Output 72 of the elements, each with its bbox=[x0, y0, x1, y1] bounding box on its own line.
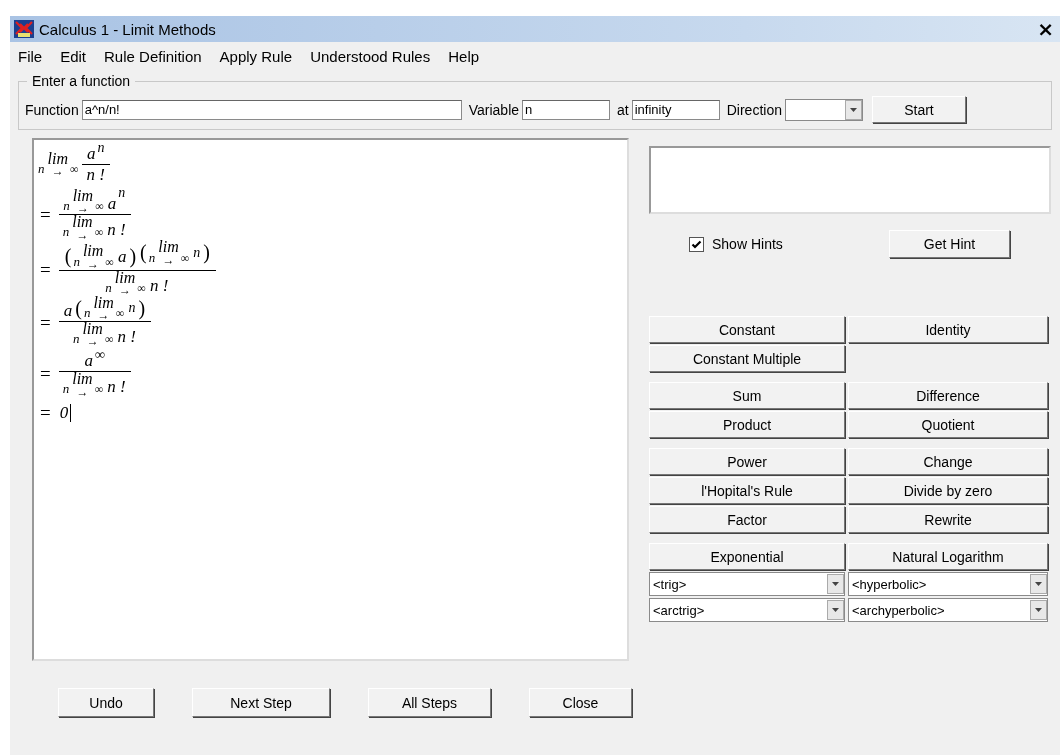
math-text: n ! bbox=[116, 327, 137, 348]
rule-button[interactable]: Difference bbox=[848, 382, 1048, 409]
rule-button[interactable]: l'Hopital's Rule bbox=[649, 477, 845, 504]
function-dropdown[interactable]: <arctrig> bbox=[649, 598, 845, 622]
get-hint-button[interactable]: Get Hint bbox=[889, 230, 1010, 258]
app-icon bbox=[14, 20, 34, 38]
action-button[interactable]: All Steps bbox=[368, 688, 491, 717]
rule-button[interactable]: Quotient bbox=[848, 411, 1048, 438]
field-label: Variable bbox=[468, 101, 520, 118]
close-button[interactable]: × bbox=[1035, 19, 1056, 39]
rule-button[interactable]: Divide by zero bbox=[848, 477, 1048, 504]
action-button[interactable]: Next Step bbox=[192, 688, 330, 717]
math-text: 0 bbox=[58, 403, 70, 424]
rule-button[interactable]: Constant Multiple bbox=[649, 345, 845, 372]
rule-button[interactable]: Sum bbox=[649, 382, 845, 409]
rule-button[interactable]: Natural Logarithm bbox=[848, 543, 1048, 570]
group-title: Enter a function bbox=[27, 73, 136, 89]
show-hints-checkbox[interactable] bbox=[689, 236, 704, 252]
equals-sign: = bbox=[40, 203, 51, 226]
rule-button[interactable]: Factor bbox=[649, 506, 845, 533]
variable-field[interactable]: n bbox=[522, 99, 611, 120]
math-text: n bbox=[117, 185, 127, 201]
rule-button[interactable]: Power bbox=[649, 448, 845, 475]
math-text: a bbox=[106, 194, 118, 215]
rule-button[interactable]: Rewrite bbox=[848, 506, 1048, 533]
math-text: n bbox=[192, 244, 202, 261]
rule-button[interactable]: Exponential bbox=[649, 543, 845, 570]
action-button[interactable]: Undo bbox=[58, 688, 154, 717]
parenthesis: ) bbox=[137, 296, 147, 320]
math-text: n ! bbox=[106, 377, 127, 398]
menu-item[interactable]: Rule Definition bbox=[104, 48, 202, 65]
rule-button[interactable]: Constant bbox=[649, 316, 845, 343]
menu-item[interactable]: Understood Rules bbox=[310, 48, 431, 65]
math-text: n ! bbox=[148, 275, 170, 296]
function-dropdown[interactable]: <hyperbolic> bbox=[848, 572, 1048, 596]
math-text: n ! bbox=[85, 165, 106, 185]
parenthesis: ) bbox=[128, 245, 138, 269]
rule-button[interactable]: Product bbox=[649, 411, 845, 438]
math-text: a bbox=[116, 246, 128, 267]
function-dropdown[interactable]: <archyperbolic> bbox=[848, 598, 1048, 622]
start-button[interactable]: Start bbox=[871, 96, 966, 123]
math-text: ∞ bbox=[93, 347, 106, 364]
math-text: a bbox=[85, 144, 97, 164]
parenthesis: ) bbox=[202, 241, 211, 265]
math-text: n ! bbox=[106, 220, 127, 241]
parenthesis: ( bbox=[139, 241, 148, 265]
math-text: n bbox=[127, 300, 137, 317]
checkbox-label: Show Hints bbox=[712, 236, 783, 252]
menu-item[interactable]: Apply Rule bbox=[219, 48, 293, 65]
equals-sign: = bbox=[40, 259, 51, 282]
field-label: Function bbox=[25, 101, 79, 118]
limit-point-field[interactable]: infinity bbox=[631, 99, 720, 120]
function-field[interactable]: a^n/n! bbox=[81, 99, 462, 120]
math-text: a bbox=[83, 351, 94, 372]
parenthesis: ( bbox=[63, 245, 73, 269]
math-text: n bbox=[96, 140, 106, 156]
menu-item[interactable]: Help bbox=[448, 48, 480, 65]
rule-button[interactable]: Identity bbox=[848, 316, 1048, 343]
rule-button[interactable]: Change bbox=[848, 448, 1048, 475]
equals-sign: = bbox=[40, 363, 51, 386]
equals-sign: = bbox=[40, 402, 51, 425]
parenthesis: ( bbox=[74, 296, 83, 320]
menu-item[interactable]: File bbox=[18, 48, 43, 65]
window-title: Calculus 1 - Limit Methods bbox=[39, 20, 217, 38]
action-button[interactable]: Close bbox=[529, 688, 632, 717]
direction-dropdown[interactable] bbox=[784, 98, 863, 121]
field-label: at bbox=[617, 101, 629, 118]
math-text: a bbox=[62, 300, 74, 321]
menu-item[interactable]: Edit bbox=[60, 48, 87, 65]
field-label: Direction bbox=[726, 101, 782, 118]
function-dropdown[interactable]: <trig> bbox=[649, 572, 845, 596]
equals-sign: = bbox=[40, 312, 51, 335]
